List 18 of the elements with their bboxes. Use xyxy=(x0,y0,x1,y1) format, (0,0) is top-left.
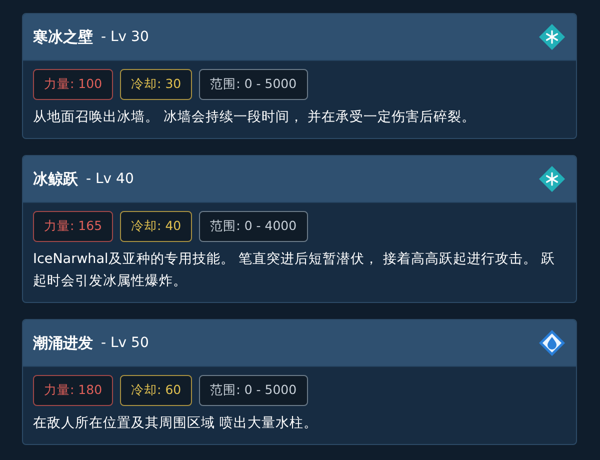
range-stat: 范围: 0 - 5000 xyxy=(199,69,308,100)
range-stat: 范围: 0 - 4000 xyxy=(199,211,308,242)
skill-level: - Lv 30 xyxy=(101,29,149,45)
skill-name: 冰鲸跃 xyxy=(33,170,78,188)
power-stat: 力量: 100 xyxy=(33,69,114,100)
skill-name: 潮涌进发 xyxy=(33,334,93,352)
skill-description: 从地面召唤出冰墙。 冰墙会持续一段时间， 并在承受一定伤害后碎裂。 xyxy=(33,108,477,127)
cooldown-stat: 冷却: 40 xyxy=(120,211,192,242)
skill-description: IceNarwhal及亚种的专用技能。 笔直突进后短暂潜伏， 接着高高跃起进行攻击。 跃起时会引发冰属性爆炸。 xyxy=(33,250,556,291)
cooldown-stat: 冷却: 30 xyxy=(120,69,192,100)
skill-level: - Lv 50 xyxy=(101,335,149,351)
skill-description: 在敌人所在位置及其周围区域 喷出大量水柱。 xyxy=(33,414,318,433)
range-stat: 范围: 0 - 5000 xyxy=(199,375,308,406)
skill-level: - Lv 40 xyxy=(86,171,134,187)
power-stat: 力量: 165 xyxy=(33,211,114,242)
power-stat: 力量: 180 xyxy=(33,375,114,406)
skill-name: 寒冰之壁 xyxy=(33,28,93,46)
cooldown-stat: 冷却: 60 xyxy=(120,375,192,406)
